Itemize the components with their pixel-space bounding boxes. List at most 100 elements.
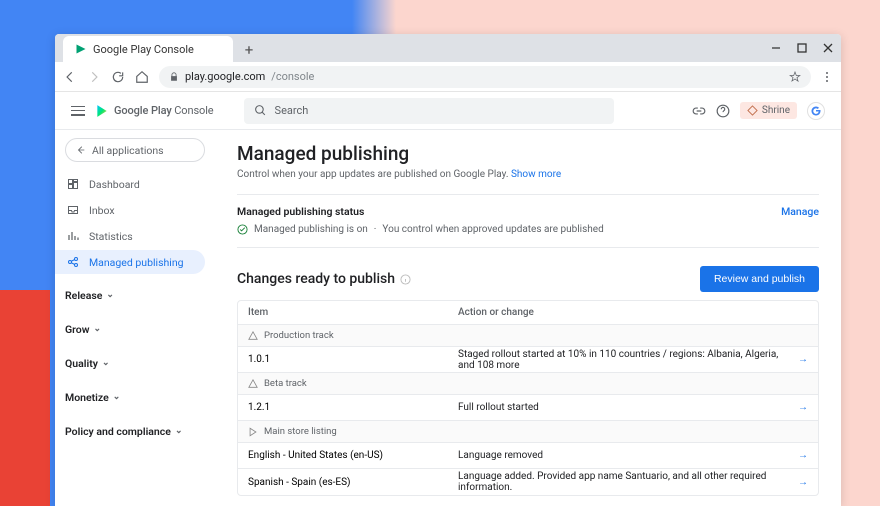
browser-tab[interactable]: Google Play Console xyxy=(63,36,233,62)
sidebar-item-statistics[interactable]: Statistics xyxy=(55,224,205,248)
minimize-button[interactable] xyxy=(769,41,783,55)
status-heading: Managed publishing status xyxy=(237,205,819,218)
forward-button[interactable] xyxy=(87,70,101,84)
search-input[interactable]: Search xyxy=(244,98,614,124)
browser-menu-button[interactable] xyxy=(821,72,833,82)
ready-heading: Changes ready to publish xyxy=(237,271,411,287)
logo-bold: Google Play xyxy=(114,104,172,117)
sidebar: All applications Dashboard Inbox Statist… xyxy=(55,130,215,506)
hamburger-button[interactable] xyxy=(71,106,85,116)
chevron-down-icon: ⌄ xyxy=(113,392,121,402)
cell-action: Staged rollout started at 10% in 110 cou… xyxy=(458,349,788,371)
arrow-right-icon[interactable]: → xyxy=(788,477,808,488)
maximize-button[interactable] xyxy=(795,41,809,55)
managed-publishing-icon xyxy=(67,256,79,268)
sidebar-item-label: Statistics xyxy=(89,230,133,243)
arrow-left-icon xyxy=(76,145,86,155)
search-icon xyxy=(254,104,267,117)
status-separator: · xyxy=(374,224,377,235)
chevron-down-icon: ⌄ xyxy=(175,426,183,436)
google-g-icon xyxy=(810,105,822,117)
table-group-row: Main store listing xyxy=(238,421,818,443)
table-row[interactable]: English - United States (en-US) Language… xyxy=(238,443,818,469)
window-controls xyxy=(769,34,835,62)
page-title: Managed publishing xyxy=(237,142,819,165)
sidebar-section-monetize[interactable]: Monetize⌄ xyxy=(65,384,205,410)
table-row[interactable]: Spanish - Spain (es-ES) Language added. … xyxy=(238,469,818,495)
new-tab-button[interactable]: + xyxy=(237,38,261,62)
table-header-row: Item Action or change xyxy=(238,301,818,325)
reload-button[interactable] xyxy=(111,70,125,84)
all-apps-button[interactable]: All applications xyxy=(65,138,205,162)
page-subtitle: Control when your app updates are publis… xyxy=(237,169,819,180)
star-icon[interactable] xyxy=(789,71,801,83)
status-detail: You control when approved updates are pu… xyxy=(382,224,603,235)
link-icon[interactable] xyxy=(692,104,706,118)
inbox-icon xyxy=(67,204,79,216)
sidebar-section-release[interactable]: Release⌄ xyxy=(65,282,205,308)
bg-red-block xyxy=(0,290,50,506)
cell-action: Language removed xyxy=(458,450,788,461)
arrow-right-icon[interactable]: → xyxy=(788,402,808,413)
app-selector-pill[interactable]: Shrine xyxy=(740,102,797,119)
changes-table: Item Action or change Production track 1… xyxy=(237,300,819,496)
status-row: Managed publishing is on · You control w… xyxy=(237,224,819,235)
play-icon xyxy=(75,43,87,55)
col-header-item: Item xyxy=(248,307,458,318)
shrine-icon xyxy=(747,105,758,116)
col-header-action: Action or change xyxy=(458,307,808,318)
cell-item: 1.2.1 xyxy=(248,402,458,413)
arrow-right-icon[interactable]: → xyxy=(788,354,808,365)
ready-section-head: Changes ready to publish Review and publ… xyxy=(237,266,819,292)
chevron-down-icon: ⌄ xyxy=(106,290,114,300)
app-header: Google Play Console Search Shrine xyxy=(55,92,841,130)
sidebar-item-label: Dashboard xyxy=(89,178,140,191)
chevron-down-icon: ⌄ xyxy=(94,324,102,334)
group-label: Main store listing xyxy=(264,426,337,437)
sidebar-section-grow[interactable]: Grow⌄ xyxy=(65,316,205,342)
table-group-row: Production track xyxy=(238,325,818,347)
search-placeholder: Search xyxy=(275,104,309,117)
sidebar-item-label: Managed publishing xyxy=(89,256,184,269)
account-avatar[interactable] xyxy=(807,102,825,120)
track-icon xyxy=(248,331,258,341)
status-on-text: Managed publishing is on xyxy=(254,224,368,235)
group-label: Production track xyxy=(264,330,334,341)
sidebar-item-managed-publishing[interactable]: Managed publishing xyxy=(55,250,205,274)
sidebar-section-quality[interactable]: Quality⌄ xyxy=(65,350,205,376)
sidebar-section-policy[interactable]: Policy and compliance⌄ xyxy=(65,418,205,444)
manage-link[interactable]: Manage xyxy=(781,205,819,218)
sidebar-item-inbox[interactable]: Inbox xyxy=(55,198,205,222)
cell-action: Full rollout started xyxy=(458,402,788,413)
app-body: All applications Dashboard Inbox Statist… xyxy=(55,130,841,506)
group-label: Beta track xyxy=(264,378,307,389)
sidebar-item-label: Inbox xyxy=(89,204,115,217)
table-group-row: Beta track xyxy=(238,373,818,395)
logo-light: Console xyxy=(174,104,213,117)
help-icon[interactable] xyxy=(716,104,730,118)
play-logo-icon xyxy=(95,104,109,118)
track-icon xyxy=(248,379,258,389)
home-button[interactable] xyxy=(135,70,149,84)
header-right: Shrine xyxy=(692,102,825,120)
review-publish-button[interactable]: Review and publish xyxy=(700,266,819,292)
cell-item: Spanish - Spain (es-ES) xyxy=(248,477,458,488)
show-more-link[interactable]: Show more xyxy=(511,169,561,180)
close-button[interactable] xyxy=(821,41,835,55)
play-icon xyxy=(248,427,258,437)
browser-tabbar: Google Play Console + xyxy=(55,34,841,62)
table-row[interactable]: 1.0.1 Staged rollout started at 10% in 1… xyxy=(238,347,818,373)
tab-title: Google Play Console xyxy=(93,43,194,56)
back-button[interactable] xyxy=(63,70,77,84)
chevron-down-icon: ⌄ xyxy=(102,358,110,368)
info-icon[interactable] xyxy=(400,274,411,285)
app-logo[interactable]: Google Play Console xyxy=(95,104,214,118)
app-root: Google Play Console Search Shrine xyxy=(55,92,841,506)
omnibox-path: /console xyxy=(271,70,314,83)
arrow-right-icon[interactable]: → xyxy=(788,450,808,461)
sidebar-item-dashboard[interactable]: Dashboard xyxy=(55,172,205,196)
omnibox[interactable]: play.google.com/console xyxy=(159,66,811,88)
shrine-label: Shrine xyxy=(762,105,790,116)
main-content: Managed publishing Control when your app… xyxy=(215,130,841,506)
table-row[interactable]: 1.2.1 Full rollout started → xyxy=(238,395,818,421)
